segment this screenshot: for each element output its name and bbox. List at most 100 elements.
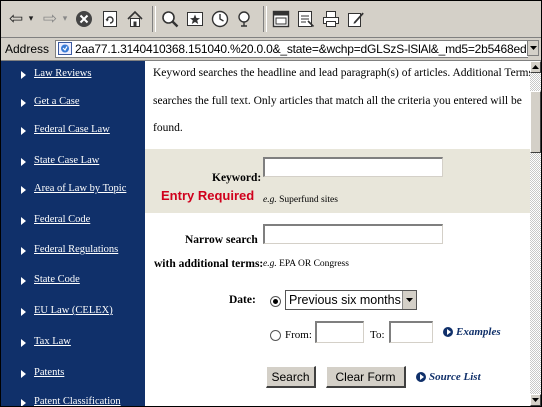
- back-icon[interactable]: ⇦: [5, 7, 27, 31]
- sidebar-item-label[interactable]: EU Law (CELEX): [34, 305, 113, 316]
- nav-arrow-icon: [21, 99, 26, 107]
- sidebar-item-label[interactable]: Get a Case: [34, 96, 79, 107]
- history-icon[interactable]: [209, 7, 231, 31]
- hint-text: Superfund sites: [279, 195, 338, 205]
- arrow-circle-icon: [443, 327, 453, 337]
- chevron-down-icon: [532, 398, 539, 402]
- forward-icon[interactable]: ⇨: [39, 7, 61, 31]
- sidebar-item-label[interactable]: Patent Classification: [34, 396, 121, 406]
- address-bar: Address 2aa77.1.3140410368.151040.%20.0.…: [1, 38, 541, 61]
- browser-window: ⇦ ▾ ⇨ ▾ Address 2aa77.1.3140410368.15104…: [0, 0, 542, 407]
- search-form-panel: Keyword searches the headline and lead p…: [145, 61, 530, 406]
- sidebar-item-label[interactable]: Federal Code: [34, 214, 90, 225]
- sidebar-item-tax-law[interactable]: Tax Law: [1, 332, 145, 356]
- toolbar-separator: [263, 6, 267, 32]
- address-input[interactable]: 2aa77.1.3140410368.151040.%20.0.0&_state…: [55, 40, 528, 58]
- scroll-up-button[interactable]: [530, 61, 541, 73]
- source-list-label: Source List: [429, 371, 481, 383]
- keyword-input[interactable]: [263, 157, 443, 177]
- sidebar-item-label[interactable]: Law Reviews: [34, 68, 91, 79]
- nav-arrow-icon: [21, 127, 26, 135]
- sidebar-item-area-of-law[interactable]: Area of Law by Topic: [1, 179, 145, 203]
- nav-arrow-icon: [21, 308, 26, 316]
- home-icon[interactable]: [124, 7, 146, 31]
- narrow-search-label: Narrow search: [185, 234, 258, 246]
- nav-arrow-icon: [21, 158, 26, 166]
- chevron-down-icon: [529, 46, 537, 50]
- scrollbar-thumb[interactable]: [530, 91, 541, 153]
- sidebar-item-patents[interactable]: Patents: [1, 363, 145, 387]
- stop-icon[interactable]: [73, 7, 95, 31]
- examples-link-label: Examples: [456, 326, 501, 338]
- clear-form-button[interactable]: Clear Form: [326, 366, 406, 388]
- sidebar-item-patent-classification[interactable]: Patent Classification: [1, 392, 145, 406]
- date-custom-radio[interactable]: [270, 330, 281, 341]
- favorites-icon[interactable]: [184, 7, 206, 31]
- search-icon[interactable]: [159, 7, 181, 31]
- date-range-radio[interactable]: [270, 296, 281, 307]
- intro-text-line: Keyword searches the headline and lead p…: [153, 67, 530, 79]
- intro-text-line: searches the full text. Only articles th…: [153, 95, 522, 107]
- refresh-icon[interactable]: [99, 7, 121, 31]
- nav-arrow-icon: [21, 399, 26, 406]
- additional-terms-input[interactable]: [263, 224, 443, 244]
- hint-prefix: e.g.: [263, 259, 277, 269]
- source-list-link[interactable]: Source List: [416, 371, 481, 383]
- nav-arrow-icon: [21, 339, 26, 347]
- sidebar-item-label[interactable]: Patents: [34, 367, 64, 378]
- sidebar-item-label[interactable]: Tax Law: [34, 336, 71, 347]
- chevron-up-icon: [532, 65, 539, 69]
- sidebar-item-law-reviews[interactable]: Law Reviews: [1, 64, 145, 88]
- nav-arrow-icon: [21, 186, 26, 194]
- forward-dropdown-icon[interactable]: ▾: [60, 7, 70, 31]
- address-dropdown-button[interactable]: [527, 40, 539, 56]
- intro-text-line: found.: [153, 122, 183, 134]
- fullscreen-icon[interactable]: [270, 7, 292, 31]
- sidebar-item-label[interactable]: Federal Regulations: [34, 244, 118, 255]
- sidebar-item-label[interactable]: State Case Law: [34, 155, 99, 166]
- sidebar-nav: Law Reviews Get a Case Federal Case Law …: [1, 61, 145, 406]
- nav-arrow-icon: [21, 370, 26, 378]
- print-icon[interactable]: [320, 7, 342, 31]
- date-range-selected: Previous six months: [289, 293, 401, 307]
- sidebar-item-eu-law[interactable]: EU Law (CELEX): [1, 301, 145, 325]
- sidebar-item-label[interactable]: Area of Law by Topic: [34, 183, 126, 194]
- date-range-select[interactable]: Previous six months: [285, 290, 417, 310]
- keyword-section: Keyword: Entry Required e.g. Superfund s…: [145, 149, 530, 213]
- page-icon: [58, 42, 72, 55]
- nav-arrow-icon: [21, 247, 26, 255]
- arrow-circle-icon: [416, 372, 426, 382]
- from-date-input[interactable]: [315, 321, 364, 343]
- to-date-input[interactable]: [389, 321, 433, 343]
- channels-icon[interactable]: [234, 7, 256, 31]
- sidebar-item-state-case-law[interactable]: State Case Law: [1, 151, 145, 175]
- sidebar-item-federal-code[interactable]: Federal Code: [1, 210, 145, 234]
- hint-prefix: e.g.: [263, 195, 277, 205]
- sidebar-item-label[interactable]: Federal Case Law: [34, 124, 110, 135]
- entry-required-label: Entry Required: [161, 188, 255, 203]
- back-dropdown-icon[interactable]: ▾: [26, 7, 36, 31]
- search-button[interactable]: Search: [266, 366, 316, 388]
- chevron-down-icon: [402, 291, 416, 309]
- nav-arrow-icon: [21, 277, 26, 285]
- examples-link[interactable]: Examples: [443, 326, 501, 338]
- mail-icon[interactable]: [295, 7, 317, 31]
- edit-icon[interactable]: [345, 7, 367, 31]
- browser-toolbar: ⇦ ▾ ⇨ ▾: [1, 1, 541, 38]
- vertical-scrollbar[interactable]: [530, 61, 541, 406]
- sidebar-item-label[interactable]: State Code: [34, 274, 80, 285]
- hint-text: EPA OR Congress: [279, 259, 349, 269]
- scroll-down-button[interactable]: [530, 394, 541, 406]
- sidebar-item-federal-case-law[interactable]: Federal Case Law: [1, 120, 145, 144]
- additional-terms-hint: e.g. EPA OR Congress: [263, 259, 349, 269]
- additional-terms-label: with additional terms:: [154, 258, 264, 270]
- toolbar-separator: [152, 6, 156, 32]
- address-url: 2aa77.1.3140410368.151040.%20.0.0&_state…: [75, 42, 528, 56]
- to-label: To:: [370, 329, 385, 341]
- from-label: From:: [285, 329, 312, 341]
- sidebar-item-state-code[interactable]: State Code: [1, 270, 145, 294]
- date-label: Date:: [229, 294, 256, 306]
- sidebar-item-get-a-case[interactable]: Get a Case: [1, 92, 145, 116]
- nav-arrow-icon: [21, 217, 26, 225]
- sidebar-item-federal-regulations[interactable]: Federal Regulations: [1, 240, 145, 264]
